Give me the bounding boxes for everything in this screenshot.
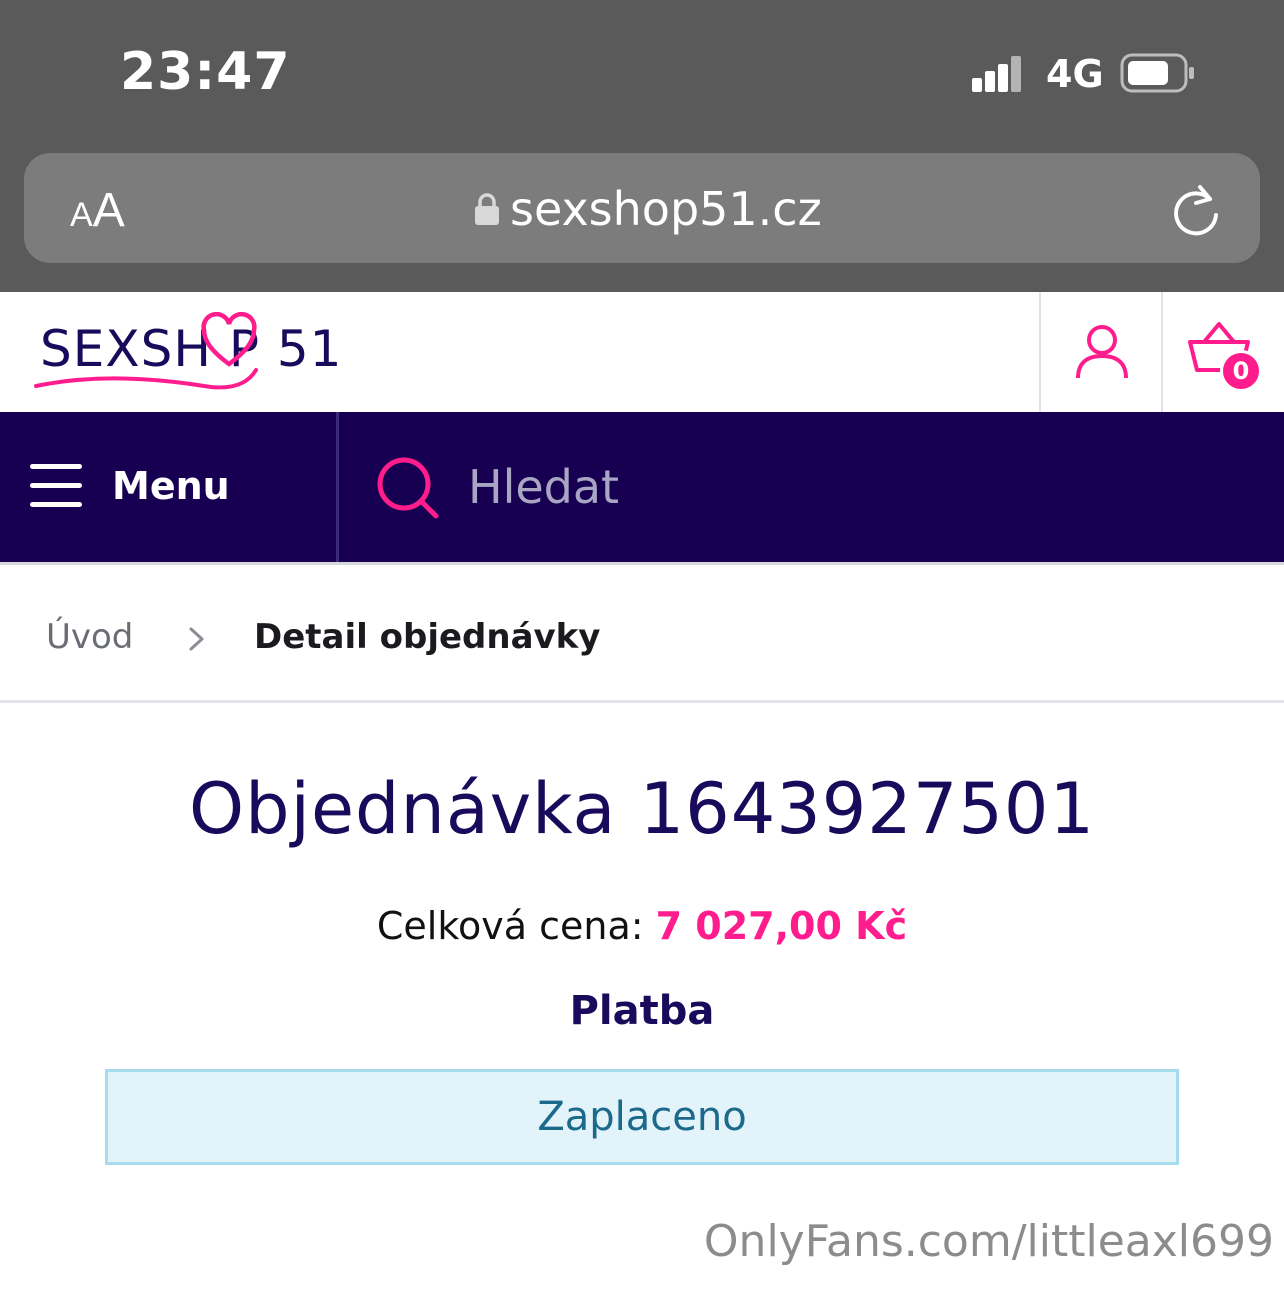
menu-label: Menu [112, 464, 230, 508]
address-bar[interactable]: AA sexshop51.cz [24, 153, 1260, 263]
search-icon[interactable] [376, 456, 440, 520]
user-icon [1076, 325, 1128, 379]
header-divider [1161, 292, 1163, 412]
payment-status-badge: Zaplaceno [105, 1069, 1179, 1165]
url-text: sexshop51.cz [510, 182, 822, 236]
reload-icon[interactable] [1170, 181, 1222, 237]
breadcrumb: Úvod Detail objednávky [0, 565, 1284, 701]
order-total-row: Celková cena: 7 027,00 Kč [0, 904, 1284, 948]
text-size-button[interactable]: AA [70, 183, 125, 238]
menu-button[interactable]: Menu [0, 412, 336, 562]
url-display[interactable]: sexshop51.cz [474, 179, 822, 239]
status-time: 23:47 [120, 42, 291, 102]
nav-divider [336, 412, 339, 562]
network-label: 4G [1046, 52, 1104, 96]
hamburger-icon [30, 464, 82, 507]
payment-heading: Platba [569, 988, 715, 1034]
battery-icon [1120, 53, 1194, 93]
breadcrumb-divider [0, 700, 1284, 703]
search-input[interactable] [466, 450, 1246, 524]
site-header: SEXSH P 51 0 [0, 292, 1284, 412]
site-logo[interactable]: SEXSH P 51 [34, 312, 374, 392]
cart-button[interactable]: 0 [1164, 292, 1284, 412]
breadcrumb-home-link[interactable]: Úvod [46, 617, 133, 657]
order-total-label: Celková cena: [376, 904, 656, 948]
signal-icon [972, 56, 1022, 92]
account-button[interactable] [1042, 292, 1162, 412]
watermark-text: OnlyFans.com/littleaxl699 [703, 1216, 1274, 1267]
header-divider [1039, 292, 1041, 412]
browser-chrome: 23:47 4G AA sexshop51.cz [0, 0, 1284, 292]
lock-icon [475, 193, 499, 225]
chevron-right-icon [189, 627, 204, 651]
order-total-value: 7 027,00 Kč [655, 904, 908, 948]
cart-count-badge: 0 [1220, 350, 1262, 392]
order-title: Objednávka 1643927501 [189, 768, 1095, 850]
breadcrumb-current: Detail objednávky [254, 617, 601, 657]
nav-bar: Menu [0, 412, 1284, 562]
logo-swoosh [34, 368, 258, 390]
